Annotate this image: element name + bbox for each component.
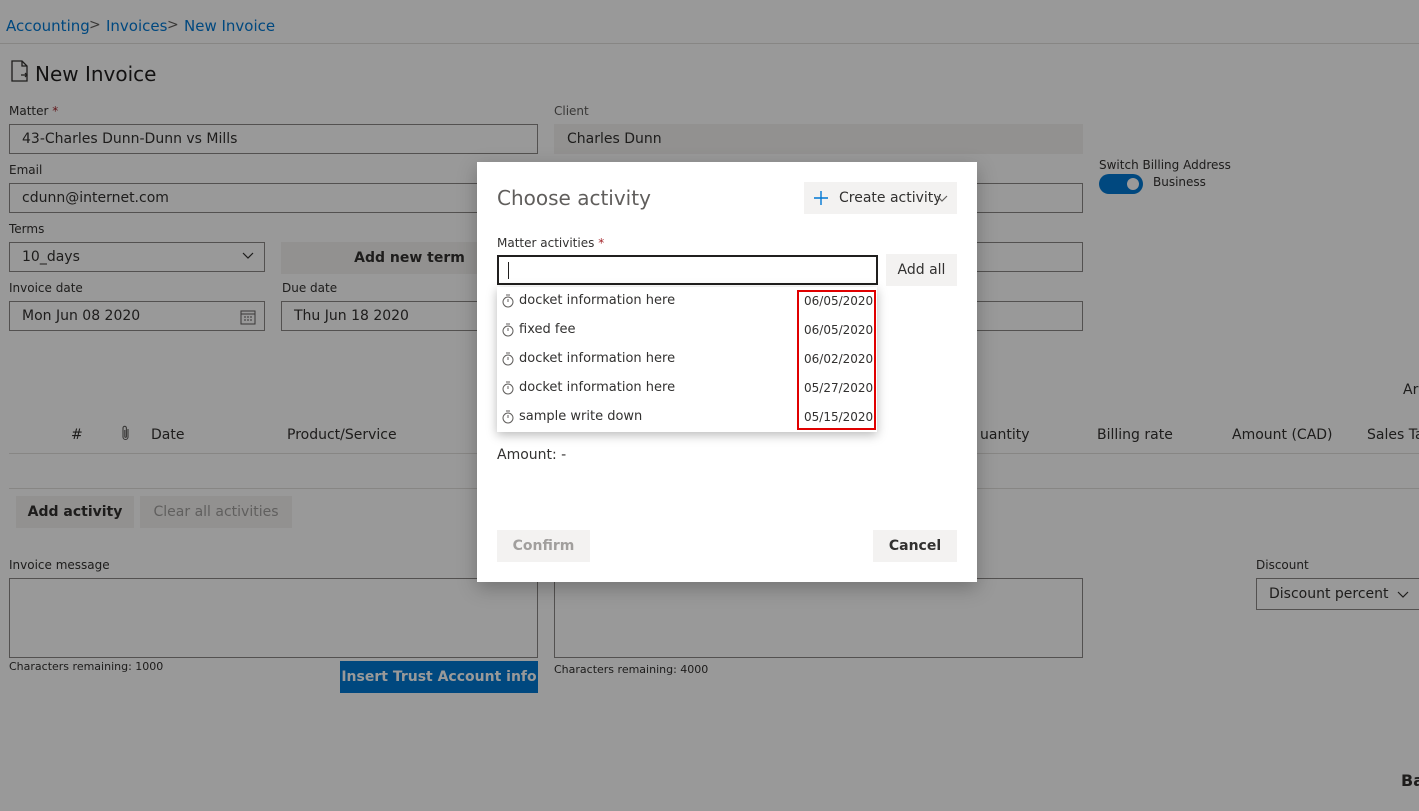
matter-activities-input[interactable] [497, 255, 878, 285]
timer-icon [502, 410, 514, 428]
confirm-button[interactable]: Confirm [497, 530, 590, 562]
activity-option-name: sample write down [519, 409, 643, 424]
timer-icon [502, 294, 514, 312]
amount-label: Amount: - [497, 447, 567, 463]
activity-option-name: docket information here [519, 293, 676, 308]
date-highlight-box [797, 290, 876, 430]
timer-icon [502, 352, 514, 370]
activity-option-name: docket information here [519, 380, 676, 395]
chevron-down-icon [936, 192, 948, 208]
create-activity-button[interactable]: Create activity [804, 182, 957, 214]
matter-activities-label: Matter activities * [497, 236, 605, 250]
plus-icon [813, 190, 829, 210]
activity-option-name: docket information here [519, 351, 676, 366]
dialog-title: Choose activity [497, 186, 651, 210]
cancel-button[interactable]: Cancel [873, 530, 957, 562]
create-activity-label: Create activity [839, 190, 942, 206]
timer-icon [502, 381, 514, 399]
add-all-button[interactable]: Add all [886, 254, 957, 286]
activity-option-name: fixed fee [519, 322, 576, 337]
timer-icon [502, 323, 514, 341]
